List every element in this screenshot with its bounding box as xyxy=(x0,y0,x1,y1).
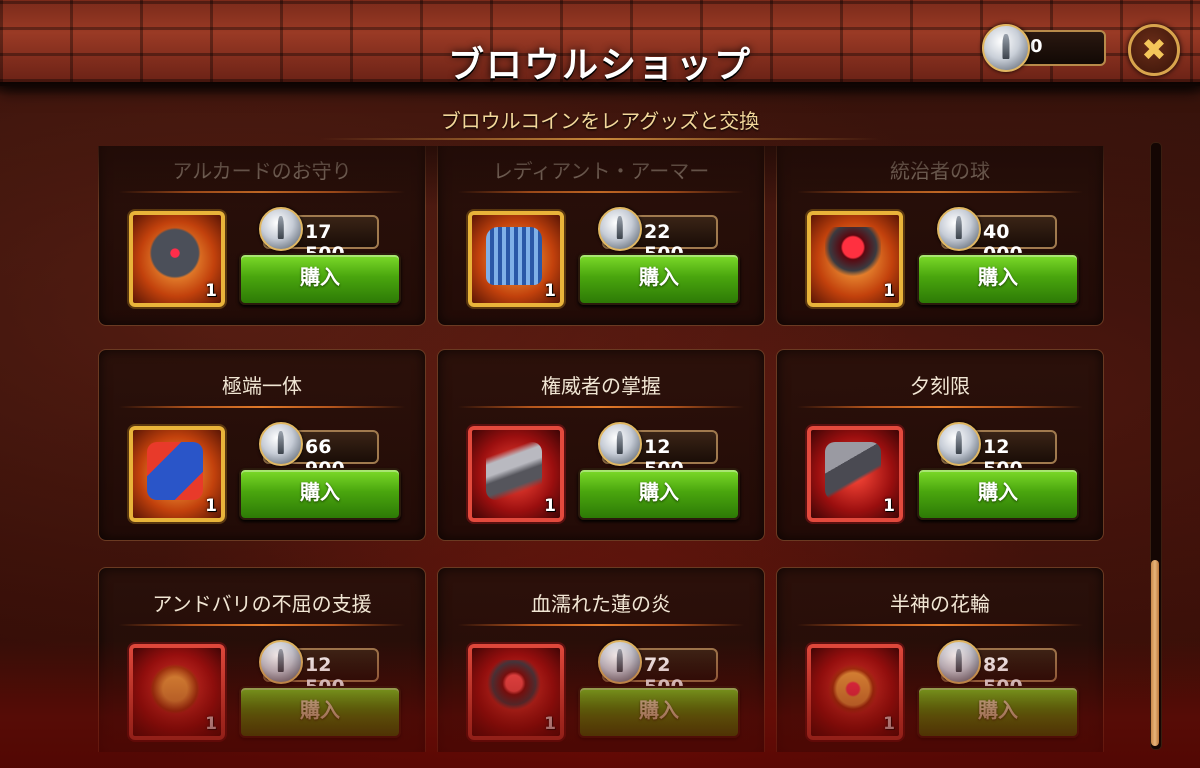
scrollbar-thumb[interactable] xyxy=(1151,560,1159,746)
lotus-flame-icon xyxy=(486,660,542,718)
item-name: レディアント・アーマー xyxy=(492,159,710,183)
divider xyxy=(797,191,1083,193)
divider xyxy=(797,624,1083,626)
item-icon[interactable]: 1 xyxy=(468,644,564,740)
buy-button[interactable]: 購入 xyxy=(578,253,740,305)
brawl-coin-icon xyxy=(598,640,642,684)
item-quantity: 1 xyxy=(883,714,895,734)
brawl-coin-icon xyxy=(259,640,303,684)
shop-item-card: 権威者の掌握 1 12 500 購入 xyxy=(437,349,765,541)
buy-button[interactable]: 購入 xyxy=(239,686,401,738)
divider xyxy=(119,624,405,626)
item-name: 統治者の球 xyxy=(890,159,990,183)
shop-item-card: 血濡れた蓮の炎 1 72 500 購入 xyxy=(437,567,765,752)
axe-icon xyxy=(825,442,881,500)
shop-item-card: 統治者の球 1 40 000 購入 xyxy=(776,146,1104,326)
shop-item-card: 極端一体 1 66 900 購入 xyxy=(98,349,426,541)
divider xyxy=(458,406,744,408)
item-quantity: 1 xyxy=(544,281,556,301)
amulet-icon xyxy=(147,227,203,285)
buy-button[interactable]: 購入 xyxy=(239,253,401,305)
item-icon[interactable]: 1 xyxy=(129,211,225,307)
subtitle-divider xyxy=(320,138,880,140)
item-quantity: 1 xyxy=(883,496,895,516)
brawl-coin-icon xyxy=(982,24,1030,72)
divider xyxy=(797,406,1083,408)
item-icon[interactable]: 1 xyxy=(129,644,225,740)
item-name: アルカードのお守り xyxy=(172,159,352,183)
item-icon[interactable]: 1 xyxy=(468,426,564,522)
divider xyxy=(119,191,405,193)
brawl-coin-icon xyxy=(937,207,981,251)
item-quantity: 1 xyxy=(205,281,217,301)
orb-icon xyxy=(825,227,881,285)
armor-icon xyxy=(486,227,542,285)
page-subtitle: ブロウルコインをレアグッズと交換 xyxy=(440,109,760,133)
divider xyxy=(119,406,405,408)
shield-icon xyxy=(147,660,203,718)
shop-item-card: アルカードのお守り 1 17 500 購入 xyxy=(98,146,426,326)
item-quantity: 1 xyxy=(544,714,556,734)
brawl-coin-icon xyxy=(598,207,642,251)
wreath-icon xyxy=(825,660,881,718)
brawl-coin-icon xyxy=(259,207,303,251)
item-name: アンドバリの不屈の支援 xyxy=(152,592,372,616)
item-icon[interactable]: 1 xyxy=(468,211,564,307)
item-name: 半神の花輪 xyxy=(890,592,990,616)
shop-grid[interactable]: アルカードのお守り 1 17 500 購入 レディアント・アーマー 1 22 5… xyxy=(98,146,1104,752)
close-button[interactable]: ✖ xyxy=(1128,24,1180,76)
item-name: 夕刻限 xyxy=(910,374,970,398)
buy-button[interactable]: 購入 xyxy=(917,686,1079,738)
item-icon[interactable]: 1 xyxy=(129,426,225,522)
shop-item-card: 半神の花輪 1 82 500 購入 xyxy=(776,567,1104,752)
close-icon: ✖ xyxy=(1141,32,1167,68)
item-quantity: 1 xyxy=(544,496,556,516)
shop-item-card: 夕刻限 1 12 500 購入 xyxy=(776,349,1104,541)
item-quantity: 1 xyxy=(205,496,217,516)
coin-balance-value: 0 xyxy=(1030,36,1043,57)
divider xyxy=(458,624,744,626)
item-name: 権威者の掌握 xyxy=(541,374,661,398)
buy-button[interactable]: 購入 xyxy=(917,468,1079,520)
item-icon[interactable]: 1 xyxy=(807,211,903,307)
dragon-icon xyxy=(147,442,203,500)
brawl-coin-icon xyxy=(598,422,642,466)
buy-button[interactable]: 購入 xyxy=(578,468,740,520)
item-icon[interactable]: 1 xyxy=(807,426,903,522)
gauntlet-icon xyxy=(486,442,542,500)
item-name: 極端一体 xyxy=(222,374,302,398)
divider xyxy=(458,191,744,193)
buy-button[interactable]: 購入 xyxy=(239,468,401,520)
buy-button[interactable]: 購入 xyxy=(578,686,740,738)
item-quantity: 1 xyxy=(883,281,895,301)
item-quantity: 1 xyxy=(205,714,217,734)
shop-item-card: アンドバリの不屈の支援 1 12 500 購入 xyxy=(98,567,426,752)
brawl-coin-icon xyxy=(259,422,303,466)
brawl-coin-icon xyxy=(937,422,981,466)
shop-item-card: レディアント・アーマー 1 22 500 購入 xyxy=(437,146,765,326)
item-icon[interactable]: 1 xyxy=(807,644,903,740)
item-name: 血濡れた蓮の炎 xyxy=(531,592,671,616)
brawl-coin-icon xyxy=(937,640,981,684)
buy-button[interactable]: 購入 xyxy=(917,253,1079,305)
